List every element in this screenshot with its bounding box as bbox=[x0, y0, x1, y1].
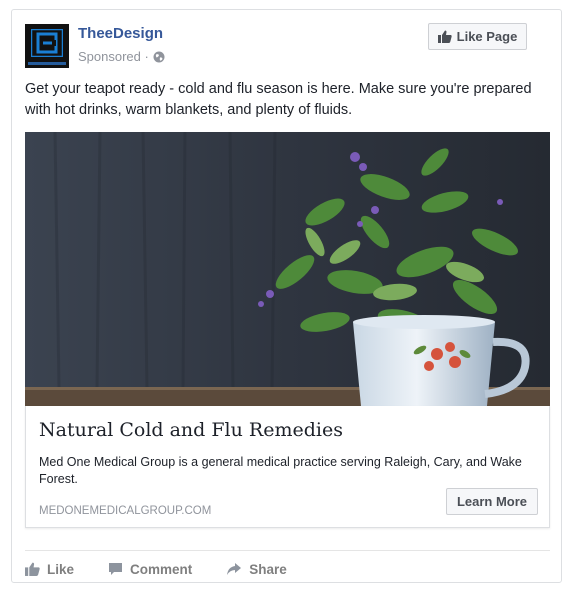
comment-icon bbox=[109, 563, 123, 575]
share-label: Share bbox=[249, 561, 287, 577]
post-image[interactable] bbox=[25, 132, 550, 406]
thumbs-up-icon bbox=[25, 562, 40, 576]
page-name-link[interactable]: TheeDesign bbox=[78, 25, 163, 42]
link-title[interactable]: Natural Cold and Flu Remedies bbox=[39, 419, 343, 441]
like-page-button[interactable]: Like Page bbox=[428, 23, 527, 50]
link-description: Med One Medical Group is a general medic… bbox=[39, 455, 522, 486]
like-label: Like bbox=[47, 561, 75, 577]
teapot-herbs-photo bbox=[25, 132, 550, 406]
comment-label: Comment bbox=[130, 561, 193, 577]
like-page-label: Like Page bbox=[456, 29, 518, 44]
share-button[interactable]: Share bbox=[226, 562, 287, 577]
actions-divider bbox=[25, 550, 550, 551]
logo-wordmark bbox=[28, 62, 66, 65]
learn-more-button[interactable]: Learn More bbox=[446, 488, 538, 515]
post-text: Get your teapot ready - cold and flu sea… bbox=[25, 81, 532, 118]
link-preview[interactable]: Natural Cold and Flu Remedies Med One Me… bbox=[25, 406, 550, 528]
page-avatar[interactable] bbox=[25, 24, 69, 68]
sponsored-post-card: TheeDesign Sponsored · Like Page Get you… bbox=[11, 9, 562, 583]
globe-icon[interactable] bbox=[153, 51, 165, 63]
link-domain: MEDONEMEDICALGROUP.COM bbox=[39, 505, 212, 517]
sponsored-line: Sponsored · bbox=[78, 49, 165, 64]
post-actions-bar: Like Comment Share bbox=[25, 559, 321, 579]
like-button[interactable]: Like bbox=[25, 562, 74, 577]
share-icon bbox=[227, 563, 242, 575]
comment-button[interactable]: Comment bbox=[108, 562, 192, 577]
sponsored-label: Sponsored · bbox=[78, 49, 149, 64]
thumbs-up-icon bbox=[437, 30, 452, 43]
theedesign-logo-icon bbox=[31, 29, 63, 57]
